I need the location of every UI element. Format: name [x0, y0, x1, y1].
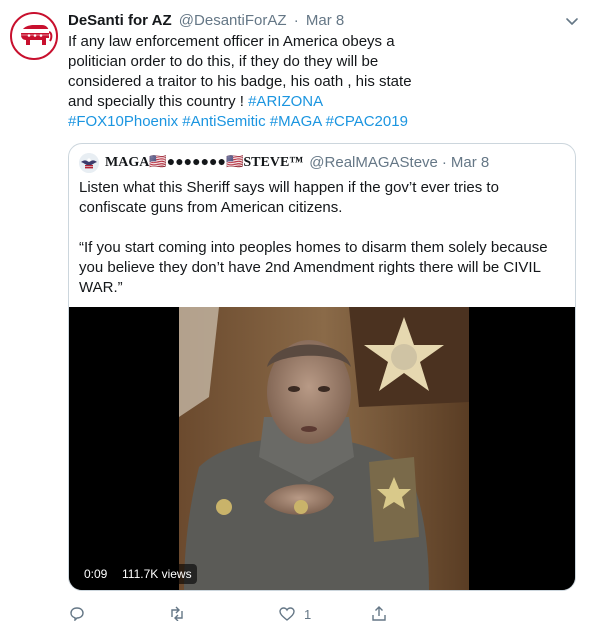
- separator-dot: ·: [441, 154, 447, 171]
- like-count: 1: [304, 606, 312, 621]
- quoted-tweet[interactable]: MAGA🇺🇸●●●●●●●🇺🇸STEVE™ @RealMAGASteve · M…: [68, 143, 576, 591]
- share-icon: [372, 606, 386, 621]
- avatar[interactable]: [10, 12, 58, 60]
- tweet-body: If any law enforcement officer in Americ…: [68, 32, 413, 132]
- hashtag-link[interactable]: #CPAC2019: [326, 113, 408, 130]
- quoted-paragraph: “If you start coming into peoples homes …: [79, 239, 548, 296]
- quoted-avatar[interactable]: [79, 153, 99, 173]
- video-views: 111.7K views: [117, 564, 197, 584]
- quoted-display-name[interactable]: MAGA🇺🇸●●●●●●●🇺🇸STEVE™: [105, 152, 303, 174]
- quoted-paragraph: Listen what this Sheriff says will happe…: [79, 179, 499, 216]
- tweet-actions: 1: [68, 602, 568, 621]
- retweet-icon: [171, 606, 183, 621]
- heart-icon: [279, 607, 295, 621]
- like-button[interactable]: 1: [278, 606, 311, 621]
- reply-button[interactable]: [68, 606, 86, 621]
- eagle-flag-icon: [79, 153, 99, 173]
- reply-icon: [70, 607, 84, 621]
- quoted-tweet-date[interactable]: Mar 8: [451, 152, 489, 174]
- tweet-header: DeSanti for AZ @DesantiForAZ · Mar 8: [68, 10, 568, 32]
- hashtag-link[interactable]: #MAGA: [270, 113, 322, 130]
- chevron-down-icon[interactable]: [563, 12, 581, 30]
- separator-dot: ·: [293, 12, 299, 29]
- retweet-button[interactable]: [168, 606, 186, 621]
- video-duration: 0:09: [79, 564, 113, 584]
- video-player[interactable]: 0:09 111.7K views: [69, 307, 575, 590]
- republican-elephant-icon: [12, 14, 56, 58]
- hashtag-link[interactable]: #FOX10Phoenix: [68, 113, 178, 130]
- tweet-date[interactable]: Mar 8: [306, 12, 344, 29]
- tweet[interactable]: DeSanti for AZ @DesantiForAZ · Mar 8 If …: [0, 0, 591, 621]
- hashtag-link[interactable]: #ARIZONA: [248, 93, 322, 110]
- display-name[interactable]: DeSanti for AZ: [68, 12, 172, 29]
- quoted-tweet-body: Listen what this Sheriff says will happe…: [79, 178, 569, 318]
- video-thumbnail: [69, 307, 575, 590]
- share-button[interactable]: [370, 606, 388, 621]
- user-handle[interactable]: @DesantiForAZ: [179, 12, 287, 29]
- hashtag-link[interactable]: #AntiSemitic: [182, 113, 265, 130]
- quoted-user-handle[interactable]: @RealMAGASteve: [309, 152, 438, 174]
- tweet-text: If any law enforcement officer in Americ…: [68, 33, 412, 110]
- quoted-tweet-header: MAGA🇺🇸●●●●●●●🇺🇸STEVE™ @RealMAGASteve · M…: [79, 152, 489, 174]
